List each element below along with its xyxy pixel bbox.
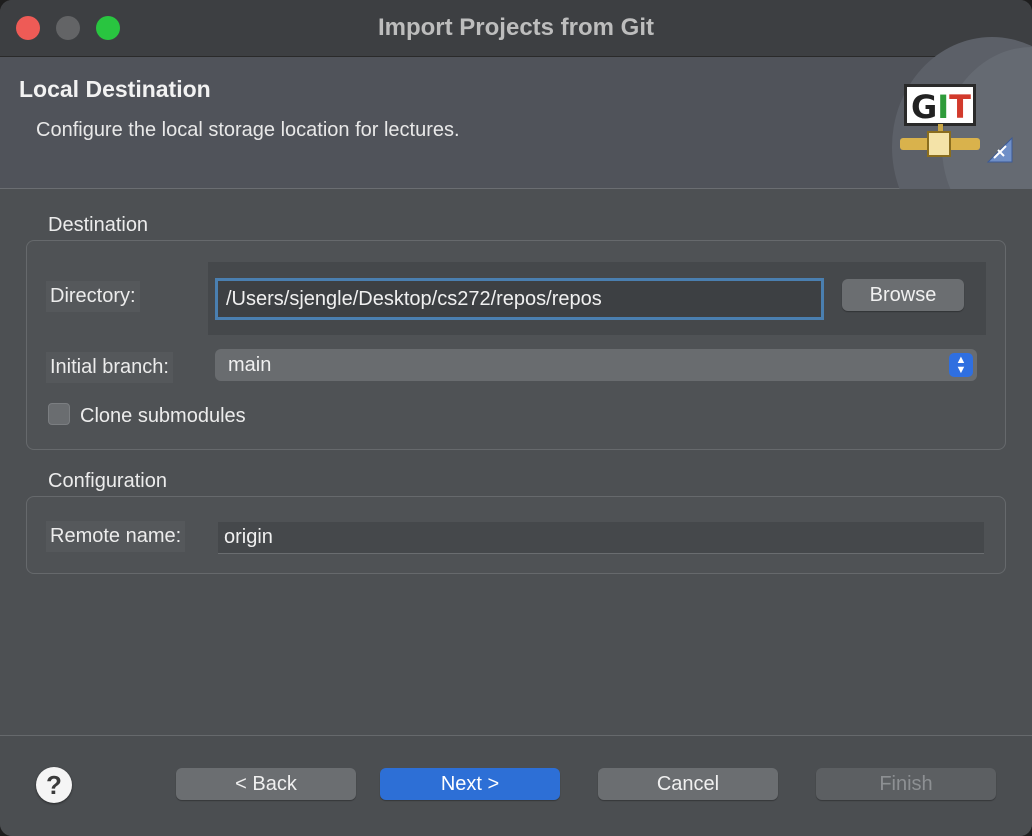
initial-branch-select[interactable]: main ▲ ▼ xyxy=(215,349,977,381)
chevron-up-down-icon: ▲ ▼ xyxy=(949,353,973,377)
git-repository-import-icon: GIT xyxy=(900,84,1013,163)
wizard-footer: ? < Back Next > Cancel Finish xyxy=(0,735,1032,836)
configuration-group-label: Configuration xyxy=(48,470,167,492)
wizard-banner: Local Destination Configure the local st… xyxy=(0,37,1032,257)
import-projects-dialog: Import Projects from Git Local Destinati… xyxy=(0,0,1032,836)
cancel-button[interactable]: Cancel xyxy=(598,768,778,800)
window-title: Import Projects from Git xyxy=(377,14,655,41)
logo-letter: G xyxy=(911,88,937,126)
initial-branch-value: main xyxy=(228,353,272,376)
directory-label: Directory: xyxy=(46,281,140,312)
destination-group: Directory: /Users/sjengle/Desktop/cs272/… xyxy=(26,240,1006,450)
clone-submodules-checkbox[interactable] xyxy=(48,403,70,425)
back-button[interactable]: < Back xyxy=(176,768,356,800)
next-button[interactable]: Next > xyxy=(380,768,560,800)
configuration-group: Remote name: origin xyxy=(26,496,1006,574)
browse-button[interactable]: Browse xyxy=(842,279,964,311)
logo-letter: T xyxy=(949,88,971,126)
page-title: Local Destination xyxy=(19,76,211,102)
directory-input[interactable]: /Users/sjengle/Desktop/cs272/repos/repos xyxy=(215,278,824,320)
logo-letter: I xyxy=(937,88,949,126)
remote-name-input[interactable]: origin xyxy=(218,522,984,554)
remote-name-label: Remote name: xyxy=(46,521,186,552)
destination-group-label: Destination xyxy=(48,214,149,236)
initial-branch-label: Initial branch: xyxy=(46,352,173,383)
page-description: Configure the local storage location for… xyxy=(36,119,460,141)
title-bar: Import Projects from Git xyxy=(0,0,1032,57)
logo-letter-g: GIT xyxy=(911,88,971,126)
clone-submodules-label: Clone submodules xyxy=(80,405,246,427)
help-icon[interactable]: ? xyxy=(36,767,72,803)
wizard-content: Destination Directory: /Users/sjengle/De… xyxy=(0,189,1032,735)
finish-button[interactable]: Finish xyxy=(816,768,996,800)
